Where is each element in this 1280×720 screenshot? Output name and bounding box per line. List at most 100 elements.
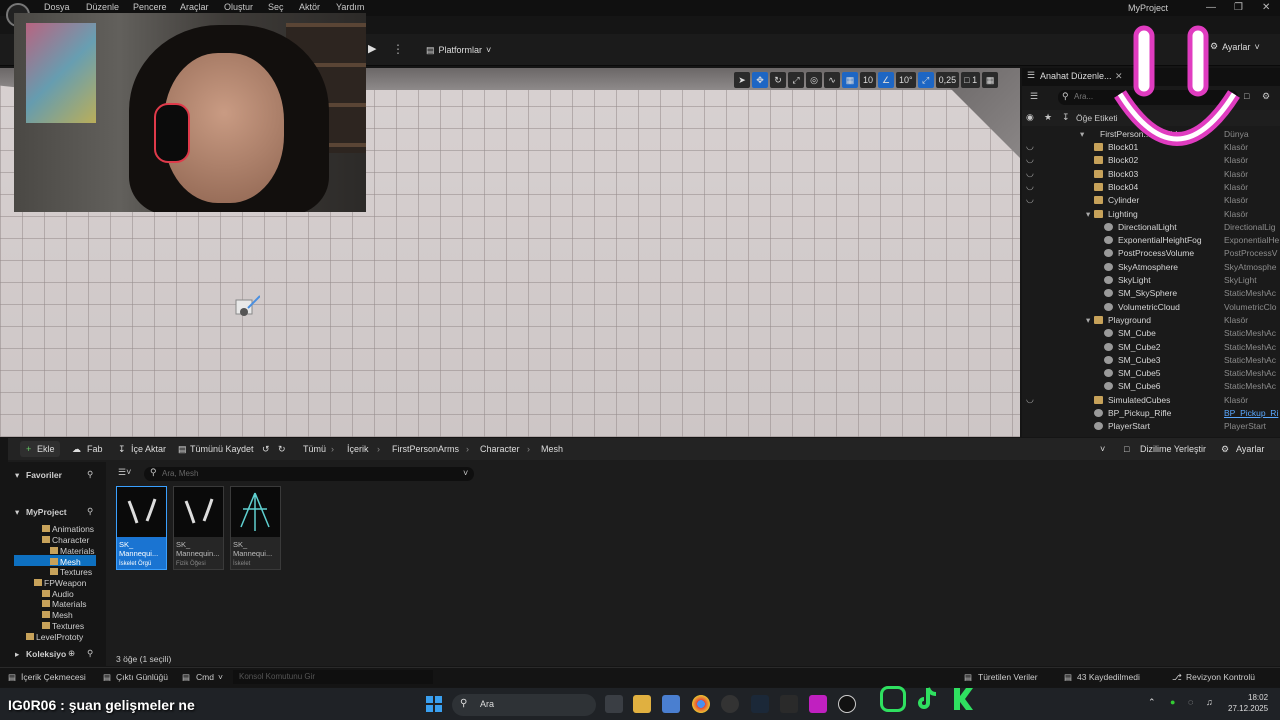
add-folder-icon[interactable]: □ xyxy=(1244,91,1249,101)
select-tool-icon[interactable]: ➤ xyxy=(734,72,750,88)
taskbar-search[interactable]: Ara xyxy=(452,694,596,716)
outliner-row[interactable]: SM_Cube5 StaticMeshAc xyxy=(1022,367,1280,380)
collapse-icon[interactable]: ▾ xyxy=(15,470,19,481)
menu-tools[interactable]: Araçlar xyxy=(180,2,209,12)
collections-header[interactable]: Koleksiyo xyxy=(26,649,66,659)
windows-start-icon[interactable] xyxy=(425,695,443,713)
folder-tree-item[interactable]: Textures xyxy=(52,621,84,631)
translate-tool-icon[interactable]: ✥ xyxy=(752,72,768,88)
menu-edit[interactable]: Düzenle xyxy=(86,2,119,12)
outliner-row[interactable]: SM_Cube StaticMeshAc xyxy=(1022,327,1280,340)
breadcrumb-mesh[interactable]: Mesh xyxy=(541,444,563,454)
favorites-header[interactable]: Favoriler xyxy=(26,470,62,480)
outliner-row[interactable]: ◡ Block03 Klasör xyxy=(1022,168,1280,181)
menu-window[interactable]: Pencere xyxy=(133,2,167,12)
folder-tree-item[interactable]: Textures xyxy=(60,567,92,577)
folder-tree-item[interactable]: Character xyxy=(52,535,89,545)
visibility-icon[interactable]: ◡ xyxy=(1026,181,1034,192)
close-icon[interactable]: ✕ xyxy=(1262,2,1270,13)
outliner-row[interactable]: ◡ SimulatedCubes Klasör xyxy=(1022,394,1280,407)
volume-icon[interactable]: ♫ xyxy=(1206,697,1213,707)
store-icon[interactable] xyxy=(662,695,680,713)
search-icon[interactable]: ⚲ xyxy=(87,648,93,659)
outliner-row[interactable]: SM_SkySphere StaticMeshAc xyxy=(1022,287,1280,300)
visibility-icon[interactable]: ◡ xyxy=(1026,194,1034,205)
surface-snap-icon[interactable]: ∿ xyxy=(824,72,840,88)
file-explorer-icon[interactable] xyxy=(633,695,651,713)
outliner-title[interactable]: Anahat Düzenle... xyxy=(1040,71,1112,81)
folder-tree-item[interactable]: Audio xyxy=(52,589,74,599)
console-input[interactable]: Konsol Komutunu Gir xyxy=(233,670,433,684)
filter-icon[interactable]: ☰ xyxy=(1030,91,1038,102)
asset-tile[interactable]: SK_ Mannequi... İskelet Örgü xyxy=(116,486,167,570)
forward-icon[interactable]: ↻ xyxy=(278,444,286,455)
maximize-icon[interactable]: ❐ xyxy=(1234,2,1243,13)
clock[interactable]: 18:02 27.12.2025 xyxy=(1228,692,1268,714)
filter-icon[interactable]: ☰˅ xyxy=(118,467,131,478)
folder-tree-item[interactable]: Materials xyxy=(60,546,94,556)
task-view-icon[interactable] xyxy=(605,695,623,713)
menu-actor[interactable]: Aktör xyxy=(299,2,320,12)
breadcrumb-character[interactable]: Character xyxy=(480,444,520,454)
scale-tool-icon[interactable]: ⤢ xyxy=(788,72,804,88)
outliner-row[interactable]: SM_Cube6 StaticMeshAc xyxy=(1022,380,1280,393)
outliner-row[interactable]: ◡ Cylinder Klasör xyxy=(1022,194,1280,207)
player-start-icon[interactable] xyxy=(234,294,260,320)
grid-size[interactable]: 10 xyxy=(860,72,877,88)
outliner-row[interactable]: VolumetricCloud VolumetricClo xyxy=(1022,301,1280,314)
outliner-row[interactable]: SM_Cube3 StaticMeshAc xyxy=(1022,354,1280,367)
asset-tile[interactable]: SK_ Mannequin... Fizik Öğesi xyxy=(173,486,224,570)
expand-icon[interactable]: ▸ xyxy=(15,649,19,660)
back-icon[interactable]: ↺ xyxy=(262,444,270,455)
project-header[interactable]: MyProject xyxy=(26,507,67,517)
revision-control-button[interactable]: Revizyon Kontrolü xyxy=(1186,672,1255,682)
chevron-down-icon[interactable]: ˅ xyxy=(463,468,468,478)
scale-size[interactable]: 0,25 xyxy=(935,72,960,88)
outliner-row[interactable]: DirectionalLight DirectionalLig xyxy=(1022,221,1280,234)
outliner-row[interactable]: ◡ Block04 Klasör xyxy=(1022,181,1280,194)
add-icon[interactable]: ⊕ xyxy=(68,648,75,659)
outliner-row[interactable]: ExponentialHeightFog ExponentialHe xyxy=(1022,234,1280,247)
camera-speed[interactable]: □ 1 xyxy=(961,72,981,88)
grid-snap-icon[interactable]: ▦ xyxy=(842,72,858,88)
folder-tree-item[interactable]: FPWeapon xyxy=(44,578,86,588)
microphone-icon[interactable]: ● xyxy=(1170,697,1175,707)
derived-data-button[interactable]: Türetilen Veriler xyxy=(978,672,1038,682)
breadcrumb-all[interactable]: Tümü xyxy=(303,444,326,454)
angle-snap-icon[interactable]: ∠ xyxy=(878,72,895,88)
folder-tree-item[interactable]: LevelPrototy xyxy=(36,632,83,642)
fab-button[interactable]: Fab xyxy=(87,444,103,454)
search-icon[interactable]: ⚲ xyxy=(87,469,93,480)
outliner-row[interactable]: SkyLight SkyLight xyxy=(1022,274,1280,287)
collapse-icon[interactable]: ▾ xyxy=(15,507,19,518)
outliner-row[interactable]: SkyAtmosphere SkyAtmosphe xyxy=(1022,261,1280,274)
outliner-row[interactable]: BP_Pickup_Rifle BP_Pickup_Ri xyxy=(1022,407,1280,420)
epic-games-icon[interactable] xyxy=(780,695,798,713)
asset-search-input[interactable]: Ara, Mesh xyxy=(144,467,474,481)
outliner-row[interactable]: PostProcessVolume PostProcessV xyxy=(1022,247,1280,260)
dock-layout-button[interactable]: Dizilime Yerleştir xyxy=(1140,444,1206,454)
import-button[interactable]: İçe Aktar xyxy=(131,444,166,454)
content-drawer-button[interactable]: İçerik Çekmecesi xyxy=(21,672,86,682)
chevron-up-icon[interactable]: ⌃ xyxy=(1148,697,1156,708)
save-all-button[interactable]: Tümünü Kaydet xyxy=(190,444,254,454)
steam-icon[interactable] xyxy=(751,695,769,713)
unsaved-button[interactable]: 43 Kaydedilmedi xyxy=(1077,672,1140,682)
folder-tree-item[interactable]: Materials xyxy=(52,599,86,609)
layout-icon[interactable]: ▦ xyxy=(982,72,999,88)
visibility-icon[interactable]: ◡ xyxy=(1026,168,1034,179)
menu-select[interactable]: Seç xyxy=(268,2,284,12)
chrome-icon[interactable] xyxy=(692,695,710,713)
folder-tree-item[interactable]: Mesh xyxy=(60,557,81,567)
outliner-row[interactable]: SM_Cube2 StaticMeshAc xyxy=(1022,341,1280,354)
rotate-tool-icon[interactable]: ↻ xyxy=(770,72,786,88)
chevron-down-icon[interactable]: ˅ xyxy=(1100,444,1105,454)
app-icon[interactable] xyxy=(809,695,827,713)
output-log-button[interactable]: Çıktı Günlüğü xyxy=(116,672,168,682)
outliner-row[interactable]: ▾ Lighting Klasör xyxy=(1022,208,1280,221)
unreal-engine-icon[interactable] xyxy=(838,695,856,713)
visibility-icon[interactable]: ◡ xyxy=(1026,154,1034,165)
folder-tree-item[interactable]: Animations xyxy=(52,524,94,534)
search-icon[interactable]: ⚲ xyxy=(87,506,93,517)
breadcrumb-content[interactable]: İçerik xyxy=(347,444,369,454)
